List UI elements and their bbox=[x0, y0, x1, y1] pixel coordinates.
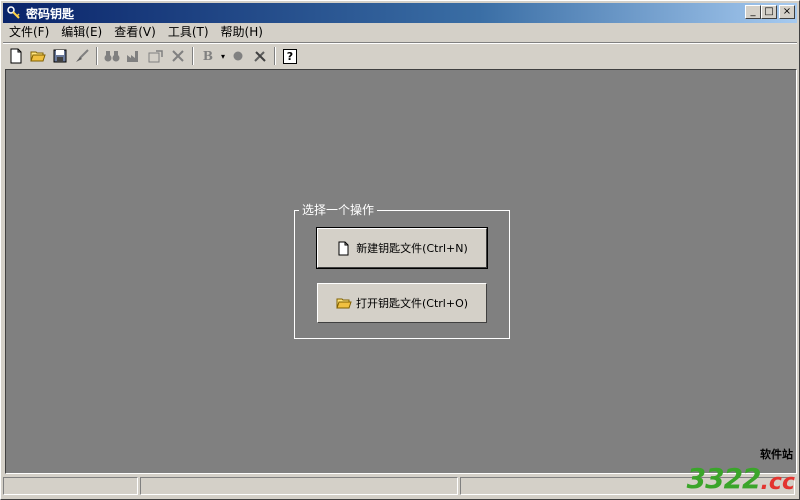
app-key-icon bbox=[6, 5, 22, 21]
menu-edit[interactable]: 编辑(E) bbox=[55, 23, 108, 42]
record-icon[interactable] bbox=[227, 45, 249, 67]
status-bar bbox=[3, 477, 797, 497]
close-button[interactable]: × bbox=[779, 5, 795, 19]
new-key-file-button[interactable]: 新建钥匙文件(Ctrl+N) bbox=[316, 227, 488, 269]
watermark-logo: 软件站 3322 .cc bbox=[686, 448, 795, 495]
watermark-suffix: .cc bbox=[760, 470, 795, 495]
toolbar-separator bbox=[192, 47, 194, 65]
save-icon[interactable] bbox=[49, 45, 71, 67]
maximize-button[interactable]: □ bbox=[761, 5, 777, 19]
open-folder-icon bbox=[336, 295, 352, 311]
watermark-main: 3322 bbox=[686, 462, 762, 495]
open-key-file-button[interactable]: 打开钥匙文件(Ctrl+O) bbox=[317, 283, 487, 323]
delete-icon[interactable] bbox=[167, 45, 189, 67]
toolbar-separator bbox=[96, 47, 98, 65]
action-groupbox: 选择一个操作 新建钥匙文件(Ctrl+N) 打开钥匙文件(Ctrl+O) bbox=[294, 202, 510, 339]
menu-tools[interactable]: 工具(T) bbox=[162, 23, 215, 42]
menu-view[interactable]: 查看(V) bbox=[108, 23, 162, 42]
menu-help[interactable]: 帮助(H) bbox=[215, 23, 269, 42]
brush-icon[interactable] bbox=[71, 45, 93, 67]
bold-icon[interactable]: B bbox=[197, 45, 219, 67]
minimize-button[interactable]: _ bbox=[745, 5, 761, 19]
client-area: 选择一个操作 新建钥匙文件(Ctrl+N) 打开钥匙文件(Ctrl+O) bbox=[5, 69, 797, 474]
binoculars-icon[interactable] bbox=[101, 45, 123, 67]
window-title: 密码钥匙 bbox=[26, 6, 75, 21]
new-file-icon[interactable] bbox=[5, 45, 27, 67]
app-window: 密码钥匙 _ □ × 文件(F) 编辑(E) 查看(V) 工具(T) 帮助(H) bbox=[0, 0, 800, 500]
help-icon-label: ? bbox=[283, 48, 297, 64]
open-folder-icon[interactable] bbox=[27, 45, 49, 67]
open-key-file-label: 打开钥匙文件(Ctrl+O) bbox=[355, 297, 469, 310]
title-bar[interactable]: 密码钥匙 _ □ × bbox=[3, 3, 797, 23]
new-key-file-label: 新建钥匙文件(Ctrl+N) bbox=[356, 242, 468, 255]
chevron-down-icon[interactable]: ▾ bbox=[219, 45, 227, 67]
status-pane-2 bbox=[140, 477, 458, 495]
watermark-sub: 软件站 bbox=[760, 448, 793, 461]
status-pane-1 bbox=[3, 477, 138, 495]
tools-icon[interactable] bbox=[249, 45, 271, 67]
groupbox-title: 选择一个操作 bbox=[299, 202, 378, 218]
toolbar-separator bbox=[274, 47, 276, 65]
export-icon[interactable] bbox=[145, 45, 167, 67]
menu-bar: 文件(F) 编辑(E) 查看(V) 工具(T) 帮助(H) bbox=[3, 23, 797, 42]
help-icon[interactable]: ? bbox=[279, 45, 301, 67]
menu-file[interactable]: 文件(F) bbox=[3, 23, 55, 42]
toolbar: B ▾ ? bbox=[3, 44, 797, 68]
new-file-icon bbox=[336, 240, 352, 256]
factory-icon[interactable] bbox=[123, 45, 145, 67]
